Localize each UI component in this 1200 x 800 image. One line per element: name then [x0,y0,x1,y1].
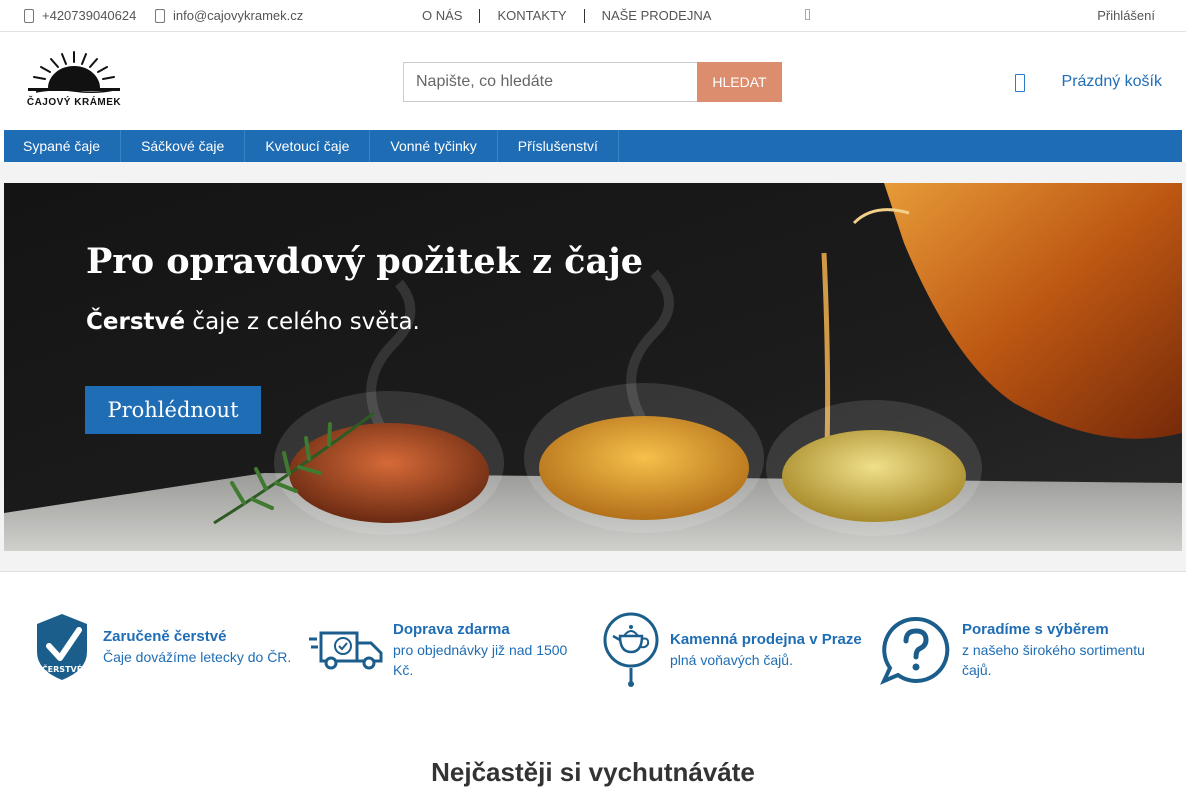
cart-link[interactable]: Prázdný košík [1062,73,1162,91]
benefit-store-title: Kamenná prodejna v Praze [670,631,862,648]
menu-toggle-icon[interactable] [805,9,810,20]
fresh-check-icon: ČERSTVÉ [37,614,87,680]
search-form: HLEDAT [403,62,782,102]
question-bubble-icon [880,616,950,685]
main-nav: Sypané čaje Sáčkové čaje Kvetoucí čaje V… [4,130,1182,162]
benefit-delivery-title: Doprava zdarma [393,621,510,638]
banner-subline: Čerstvé čaje z celého světa. [86,309,420,335]
benefit-fresh-sub: Čaje dovážíme letecky do ČR. [103,649,292,665]
phone-number: +420739040624 [42,8,137,23]
nav-item-blooming-tea[interactable]: Kvetoucí čaje [245,130,371,162]
email-contact[interactable]: info@cajovykramek.cz [155,0,303,31]
nav-item-accessories[interactable]: Příslušenství [498,130,619,162]
banner-browse-button[interactable]: Prohlédnout [85,386,261,434]
benefit-delivery[interactable]: Doprava zdarma pro objednávky již nad 15… [309,620,579,680]
banner-section: Pro opravdový požitek z čaje Čerstvé čaj… [0,162,1186,572]
banner-headline: Pro opravdový požitek z čaje [86,241,644,282]
nav-item-tea-bags[interactable]: Sáčkové čaje [121,130,246,162]
login-link[interactable]: Přihlášení [1097,0,1155,31]
nav-item-loose-tea[interactable]: Sypané čaje [4,130,122,162]
search-input[interactable] [403,62,697,102]
site-logo[interactable]: ČAJOVÝ KRÁMEK [26,50,124,108]
nav-item-incense[interactable]: Vonné tyčinky [370,130,498,162]
banner-subline-bold: Čerstvé [86,309,186,335]
benefit-fresh[interactable]: ČERSTVÉ Zaručeně čerstvé Čaje dovážíme l… [31,612,291,682]
benefit-store-sub: plná voňavých čajů. [670,652,793,668]
search-button[interactable]: HLEDAT [697,62,782,102]
email-address: info@cajovykramek.cz [173,8,304,23]
section-title: Nejčastěji si vychutnáváte [431,757,755,787]
sun-logo-icon [28,51,120,94]
benefit-advice-title: Poradíme s výběrem [962,621,1109,638]
hero-image [4,183,1182,551]
top-nav-store[interactable]: NAŠE PRODEJNA [585,8,729,23]
banner-subline-rest: čaje z celého světa. [185,309,420,335]
fresh-badge-text: ČERSTVÉ [42,663,82,674]
logo-text: ČAJOVÝ KRÁMEK [26,97,122,108]
top-nav-contacts[interactable]: KONTAKTY [480,8,583,23]
delivery-truck-icon [309,631,383,670]
benefit-fresh-title: Zaručeně čerstvé [103,628,227,645]
phone-contact[interactable]: +420739040624 [24,0,136,31]
top-nav-about[interactable]: O NÁS [405,8,479,23]
teapot-pin-icon [603,612,659,687]
envelope-icon [155,8,165,23]
benefit-advice[interactable]: Poradíme s výběrem z našeho širokého sor… [880,615,1160,685]
top-bar: +420739040624 info@cajovykramek.cz O NÁS… [0,0,1186,32]
top-nav: O NÁS KONTAKTY NAŠE PRODEJNA [405,0,728,31]
cart-icon[interactable] [1015,74,1025,92]
benefit-store[interactable]: Kamenná prodejna v Praze plná voňavých č… [602,612,862,688]
phone-icon [24,8,34,23]
benefit-delivery-sub: pro objednávky již nad 1500 Kč. [393,642,568,678]
benefit-advice-sub: z našeho širokého sortimentu čajů. [962,642,1145,678]
hero-banner[interactable]: Pro opravdový požitek z čaje Čerstvé čaj… [4,183,1182,551]
